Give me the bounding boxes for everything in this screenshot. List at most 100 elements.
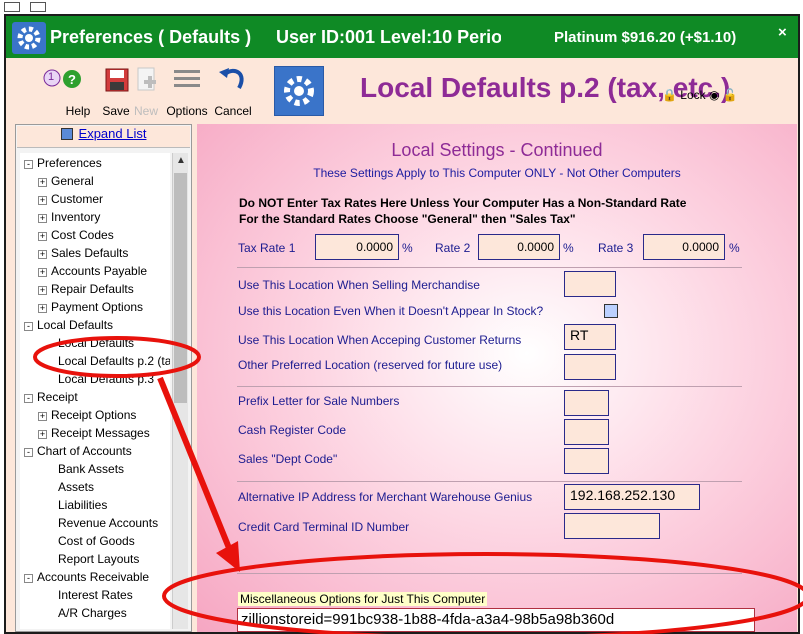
tree-item-label: Cost Codes (51, 228, 114, 242)
tax-rate-3-label: Rate 3 (598, 241, 634, 255)
lock-label: Lock (680, 88, 706, 102)
tax-warning-line-1: Do NOT Enter Tax Rates Here Unless Your … (239, 196, 687, 210)
tree-item[interactable]: Cost of Goods (52, 532, 135, 550)
minimize-control[interactable] (4, 2, 20, 12)
divider (237, 573, 742, 574)
close-button[interactable]: × (778, 24, 787, 41)
cancel-button[interactable]: Cancel (205, 64, 261, 118)
returns-location-field[interactable]: RT (564, 324, 616, 350)
expand-list-toggle[interactable]: Expand List (17, 126, 190, 148)
tree-item[interactable]: - Preferences (24, 154, 102, 172)
settings-tree: - Preferences + General + Customer + Inventory +… (20, 153, 170, 629)
tree-item[interactable]: Revenue Accounts (52, 514, 158, 532)
tax-rate-1-field[interactable]: 0.0000 (315, 234, 399, 260)
selling-location-field[interactable] (564, 271, 616, 297)
tree-item[interactable]: - Receipt (24, 388, 78, 406)
tree-item-label: Receipt (37, 390, 78, 404)
expand-icon[interactable]: + (38, 214, 47, 223)
tree-item[interactable]: Local Defaults p.3 (52, 370, 154, 388)
collapse-icon[interactable]: - (24, 448, 33, 457)
tree-scrollbar[interactable]: ▲ (172, 153, 188, 629)
tree-item[interactable]: + Accounts Payable (38, 262, 147, 280)
lock-radio[interactable]: ◉ (709, 88, 719, 102)
gear-icon (12, 22, 46, 54)
tree-item[interactable]: + Repair Defaults (38, 280, 134, 298)
expand-icon[interactable]: + (38, 304, 47, 313)
tree-item[interactable]: + Cost Codes (38, 226, 114, 244)
tree-item-label: Local Defaults (37, 318, 114, 332)
expand-icon[interactable]: + (38, 412, 47, 421)
alt-ip-label: Alternative IP Address for Merchant Ware… (238, 490, 533, 504)
tree-item[interactable]: - Accounts Receivable (24, 568, 149, 586)
tree-item-label: Local Defaults (58, 336, 135, 350)
menu-control[interactable] (30, 2, 46, 12)
lock-control[interactable]: 🔒 Lock ◉ 🔓 (662, 88, 738, 102)
collapse-icon[interactable]: - (24, 574, 33, 583)
misc-options-input[interactable]: zillionstoreid=991bc938-1b88-4fda-a3a4-9… (237, 608, 755, 632)
tax-warning-line-2: For the Standard Rates Choose "General" … (239, 212, 576, 226)
svg-text:?: ? (68, 72, 76, 87)
tree-item[interactable]: A/R Charges (52, 604, 127, 622)
expand-icon[interactable]: + (38, 430, 47, 439)
tax-rate-3-unit: % (729, 241, 740, 255)
terminal-id-label: Credit Card Terminal ID Number (238, 520, 410, 534)
preferred-location-field[interactable] (564, 354, 616, 380)
expand-icon[interactable]: + (38, 196, 47, 205)
tree-item[interactable]: Local Defaults (52, 334, 134, 352)
tax-rate-3-field[interactable]: 0.0000 (643, 234, 725, 260)
alt-ip-field[interactable]: 192.168.252.130 (564, 484, 700, 510)
tree-item-label: Assets (58, 480, 95, 494)
tree-item[interactable]: Assets (52, 478, 94, 496)
tree-item[interactable]: - Chart of Accounts (24, 442, 132, 460)
balance-display: Platinum $916.20 (+$1.10) (554, 29, 737, 46)
navigation-panel: Expand List - Preferences + General + Custome… (15, 124, 192, 632)
settings-panel: Local Settings - Continued These Setting… (197, 124, 797, 632)
terminal-id-field[interactable] (564, 513, 660, 539)
tree-item[interactable]: Local Defaults p.2 (tax, etc.) (52, 352, 170, 370)
tree-item[interactable]: - Local Defaults (24, 316, 113, 334)
stock-location-checkbox[interactable] (604, 304, 618, 318)
tree-item[interactable]: + Customer (38, 190, 103, 208)
tree-item[interactable]: + Receipt Messages (38, 424, 150, 442)
tree-item-label: Accounts Receivable (37, 570, 150, 584)
expand-checkbox[interactable] (60, 128, 73, 140)
tree-item[interactable]: Interest Rates (52, 586, 133, 604)
tree-item[interactable]: + Receipt Options (38, 406, 136, 424)
collapse-icon[interactable]: - (24, 322, 33, 331)
tree-item[interactable]: + Sales Defaults (38, 244, 128, 262)
sale-prefix-field[interactable] (564, 390, 609, 416)
dept-code-field[interactable] (564, 448, 609, 474)
application-window: Preferences ( Defaults ) User ID:001 Lev… (0, 0, 803, 634)
tree-item-label: Payment Options (51, 300, 144, 314)
divider (237, 267, 742, 268)
tax-rate-2-field[interactable]: 0.0000 (478, 234, 560, 260)
scrollbar-thumb[interactable] (174, 173, 187, 403)
collapse-icon[interactable]: - (24, 160, 33, 169)
window-title: Preferences ( Defaults ) (50, 27, 252, 47)
undo-arrow-icon (219, 68, 244, 89)
tree-item[interactable]: + Inventory (38, 208, 100, 226)
tree-item[interactable]: + General (38, 172, 94, 190)
tree-item-label: Receipt Options (51, 408, 137, 422)
title-bar: Preferences ( Defaults ) User ID:001 Lev… (6, 16, 798, 58)
help-badge: 1 (48, 71, 55, 83)
section-subtitle: These Settings Apply to This Computer ON… (313, 166, 681, 180)
tree-item[interactable]: + Payment Options (38, 298, 143, 316)
tree-item-label: General (51, 174, 94, 188)
expand-icon[interactable]: + (38, 250, 47, 259)
cash-register-field[interactable] (564, 419, 609, 445)
expand-icon[interactable]: + (38, 232, 47, 241)
tree-item-label: Repair Defaults (51, 282, 134, 296)
scroll-up-icon[interactable]: ▲ (176, 155, 186, 166)
unlock-icon: 🔓 (722, 88, 738, 102)
tree-item-label: Local Defaults p.2 (tax, etc.) (58, 354, 170, 368)
tree-item[interactable]: Liabilities (52, 496, 107, 514)
expand-icon[interactable]: + (38, 268, 47, 277)
tree-item[interactable]: Report Layouts (52, 550, 139, 568)
collapse-icon[interactable]: - (24, 394, 33, 403)
help-button[interactable]: ? 1 Help (38, 64, 94, 118)
expand-icon[interactable]: + (38, 286, 47, 295)
tree-item[interactable]: Bank Assets (52, 460, 124, 478)
expand-icon[interactable]: + (38, 178, 47, 187)
divider (237, 386, 742, 387)
